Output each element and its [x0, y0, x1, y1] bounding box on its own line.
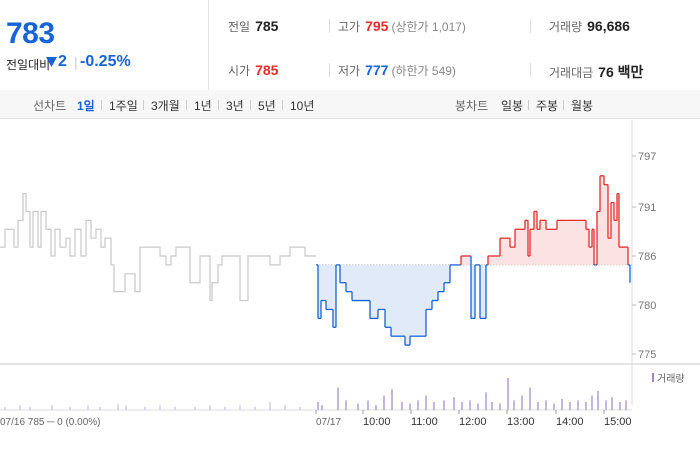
y-tick-label: 786 [638, 251, 656, 263]
x-tick-label: 10:00 [363, 416, 391, 428]
x-tick-label: 07/17 [316, 417, 341, 428]
x-tick-label: 14:00 [556, 416, 584, 428]
y-tick-label: 797 [638, 151, 656, 163]
x-tick-label: 15:00 [604, 416, 632, 428]
x-tick-label: 11:00 [411, 416, 438, 428]
down-area [316, 264, 630, 346]
x-tick-label: 12:00 [459, 416, 487, 428]
y-tick-label: 791 [638, 202, 656, 214]
y-tick-label: 780 [638, 300, 656, 312]
x-tick-label: 13:00 [507, 416, 535, 428]
volume-legend-swatch [652, 373, 654, 382]
y-tick-label: 775 [638, 349, 656, 361]
volume-legend: 거래량 [657, 373, 685, 385]
prev-day-line [0, 193, 316, 302]
prev-day-caption: 07/16 785 ─ 0 (0.00%) [0, 417, 100, 428]
price-chart[interactable]: 797 791 786 780 775거래량 07/16 785 ─ 0 (0.00%) 0… [0, 0, 700, 450]
